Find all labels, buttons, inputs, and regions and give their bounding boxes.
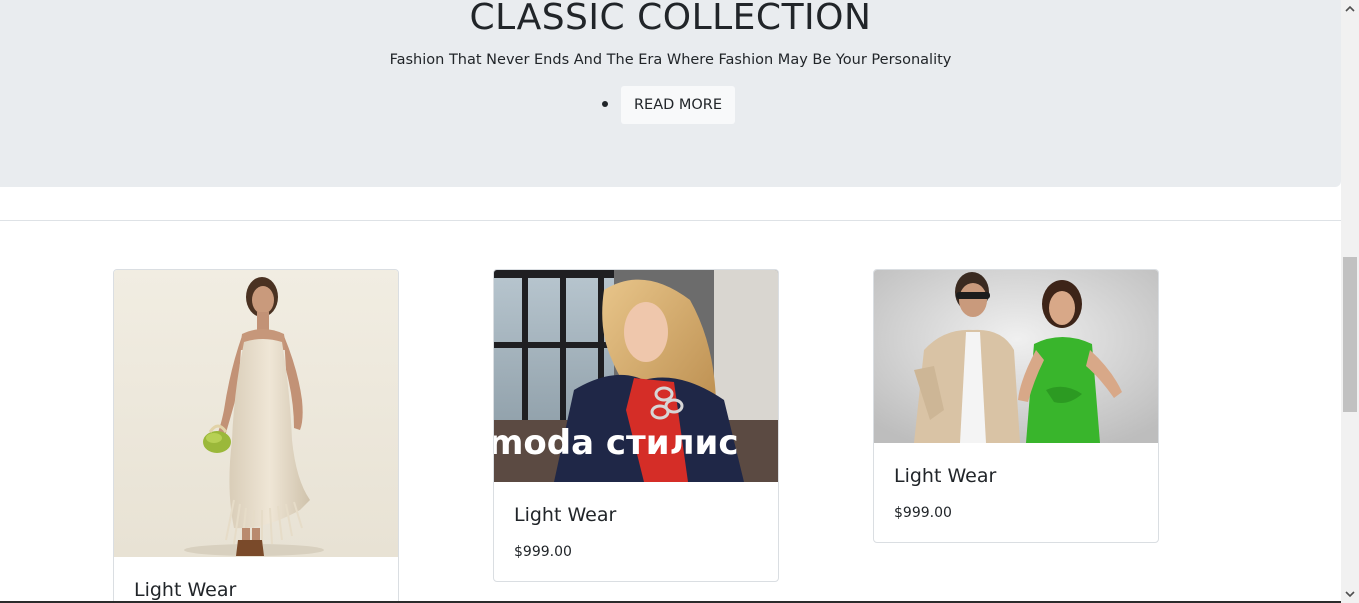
read-more-button[interactable]: READ MORE	[620, 86, 736, 124]
product-title[interactable]: Light Wear	[894, 463, 1138, 489]
product-image[interactable]	[114, 270, 398, 557]
hero-actions: READ MORE	[0, 86, 1341, 124]
section-divider	[0, 220, 1341, 221]
vertical-scrollbar[interactable]	[1341, 0, 1359, 603]
hero-banner: CLASSIC COLLECTION Fashion That Never En…	[0, 0, 1341, 187]
couple-fashion-image	[874, 270, 1158, 443]
product-card[interactable]: Light Wear	[113, 269, 399, 603]
product-title[interactable]: Light Wear	[134, 577, 378, 603]
product-card[interactable]: moda стилис Light Wear $999.00	[493, 269, 779, 582]
product-card-body: Light Wear $999.00	[874, 443, 1158, 523]
product-price: $999.00	[514, 544, 572, 560]
scrollbar-thumb[interactable]	[1343, 257, 1357, 412]
page: CLASSIC COLLECTION Fashion That Never En…	[0, 0, 1359, 603]
product-card[interactable]: Light Wear $999.00	[873, 269, 1159, 543]
product-card-body: Light Wear	[114, 557, 398, 603]
product-title[interactable]: Light Wear	[514, 502, 758, 528]
product-image[interactable]	[874, 270, 1158, 443]
brand-watermark: moda стилис	[494, 423, 738, 463]
product-image[interactable]: moda стилис	[494, 270, 778, 482]
chevron-down-icon[interactable]	[1345, 589, 1355, 599]
blonde-woman-blazer-image: moda стилис	[494, 270, 778, 482]
hero-title: CLASSIC COLLECTION	[469, 0, 872, 38]
list-bullet	[601, 101, 608, 107]
product-price: $999.00	[894, 505, 952, 521]
woman-cream-dress-image	[114, 270, 398, 557]
product-card-body: Light Wear $999.00	[494, 482, 778, 562]
chevron-up-icon[interactable]	[1345, 4, 1355, 14]
hero-subtitle: Fashion That Never Ends And The Era Wher…	[389, 52, 952, 68]
